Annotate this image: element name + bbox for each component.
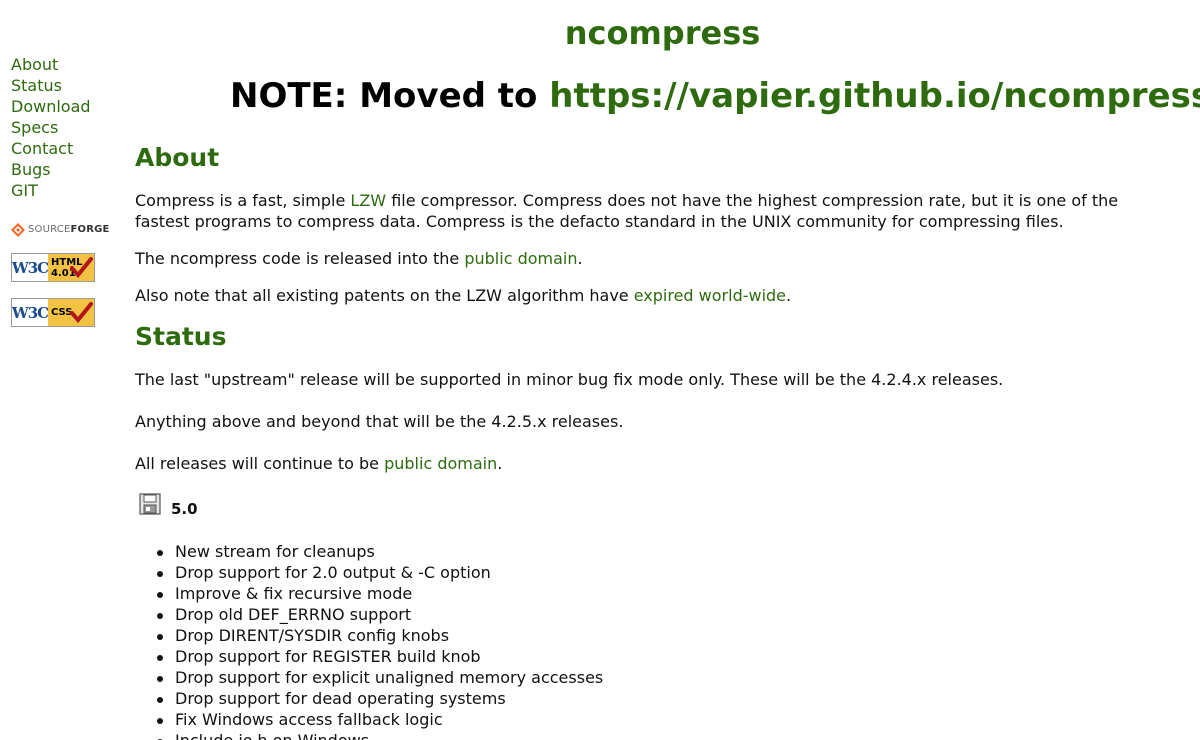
about-description-text-a: Compress is a fast, simple — [135, 191, 351, 210]
sourceforge-diamond-icon — [11, 223, 25, 237]
sidebar-link-status[interactable]: Status — [11, 75, 121, 96]
status-public-domain-text-a: All releases will continue to be — [135, 454, 385, 473]
list-item: Drop support for 2.0 output & -C option — [156, 562, 603, 583]
sourceforge-word-source: SOURCE — [28, 224, 71, 235]
list-item: Drop DIRENT/SYSDIR config knobs — [156, 625, 603, 646]
public-domain-link[interactable]: public domain — [464, 249, 577, 268]
release-header: 5.0 — [139, 493, 198, 518]
expired-world-wide-link[interactable]: expired world-wide — [634, 286, 786, 305]
w3c-html-badge[interactable]: W3C HTML 4.01 — [11, 253, 95, 282]
sidebar-link-download[interactable]: Download — [11, 96, 121, 117]
moved-notice-link[interactable]: https://vapier.github.io/ncompress/ — [549, 76, 1200, 116]
sidebar-link-about[interactable]: About — [11, 54, 121, 75]
patents-text-a: Also note that all existing patents on t… — [135, 286, 634, 305]
list-item: Drop support for explicit unaligned memo… — [156, 668, 604, 687]
changelog-list: New stream for cleanups Drop support for… — [156, 541, 604, 740]
list-item: Drop old DEF_ERRNO support — [156, 604, 603, 625]
sidebar-link-specs[interactable]: Specs — [11, 117, 121, 138]
status-public-domain-link[interactable]: public domain — [384, 454, 497, 473]
status-paragraph-releases: Anything above and beyond that will be t… — [135, 412, 624, 431]
status-heading: Status — [135, 322, 227, 351]
checkmark-icon — [70, 257, 93, 278]
list-item: Improve & fix recursive mode — [156, 583, 603, 604]
about-heading: About — [135, 143, 220, 172]
floppy-disk-icon[interactable] — [139, 493, 161, 515]
list-item: Include io.h on Windows — [156, 730, 603, 740]
checkmark-icon — [70, 302, 93, 323]
status-public-domain-text-b: . — [497, 454, 503, 473]
sidebar-link-contact[interactable]: Contact — [11, 138, 121, 159]
sidebar-link-bugs[interactable]: Bugs — [11, 159, 121, 180]
about-description: Compress is a fast, simple LZW file comp… — [135, 190, 1135, 232]
moved-notice-prefix: NOTE: Moved to — [230, 76, 550, 116]
w3c-mark: W3C — [11, 258, 49, 277]
moved-notice: NOTE: Moved to https://vapier.github.io/… — [230, 76, 1200, 116]
sidebar: About Status Download Specs Contact Bugs… — [11, 54, 121, 327]
patents-text-b: . — [786, 286, 792, 305]
lzw-link[interactable]: LZW — [350, 191, 386, 210]
license-paragraph: The ncompress code is released into the … — [135, 248, 1135, 269]
list-item: Drop support for REGISTER build knob — [156, 646, 603, 667]
list-item: Fix Windows access fallback logic — [156, 709, 603, 730]
sourceforge-logo[interactable]: SOURCEFORGE — [11, 223, 121, 237]
release-version: 5.0 — [171, 500, 198, 518]
license-text-b: . — [577, 249, 583, 268]
site-title: ncompress — [564, 14, 761, 52]
sidebar-link-git[interactable]: GIT — [11, 180, 121, 201]
license-text-a: The ncompress code is released into the — [135, 249, 465, 268]
sourceforge-word-forge: FORGE — [70, 224, 110, 235]
status-paragraph-upstream: The last "upstream" release will be supp… — [135, 370, 1004, 389]
w3c-css-badge[interactable]: W3C CSS — [11, 298, 95, 327]
list-item: New stream for cleanups — [156, 541, 603, 562]
w3c-mark: W3C — [11, 303, 49, 322]
patents-paragraph: Also note that all existing patents on t… — [135, 285, 1135, 306]
status-paragraph-public-domain: All releases will continue to be public … — [135, 453, 1135, 474]
list-item: Drop support for dead operating systems — [156, 688, 603, 709]
